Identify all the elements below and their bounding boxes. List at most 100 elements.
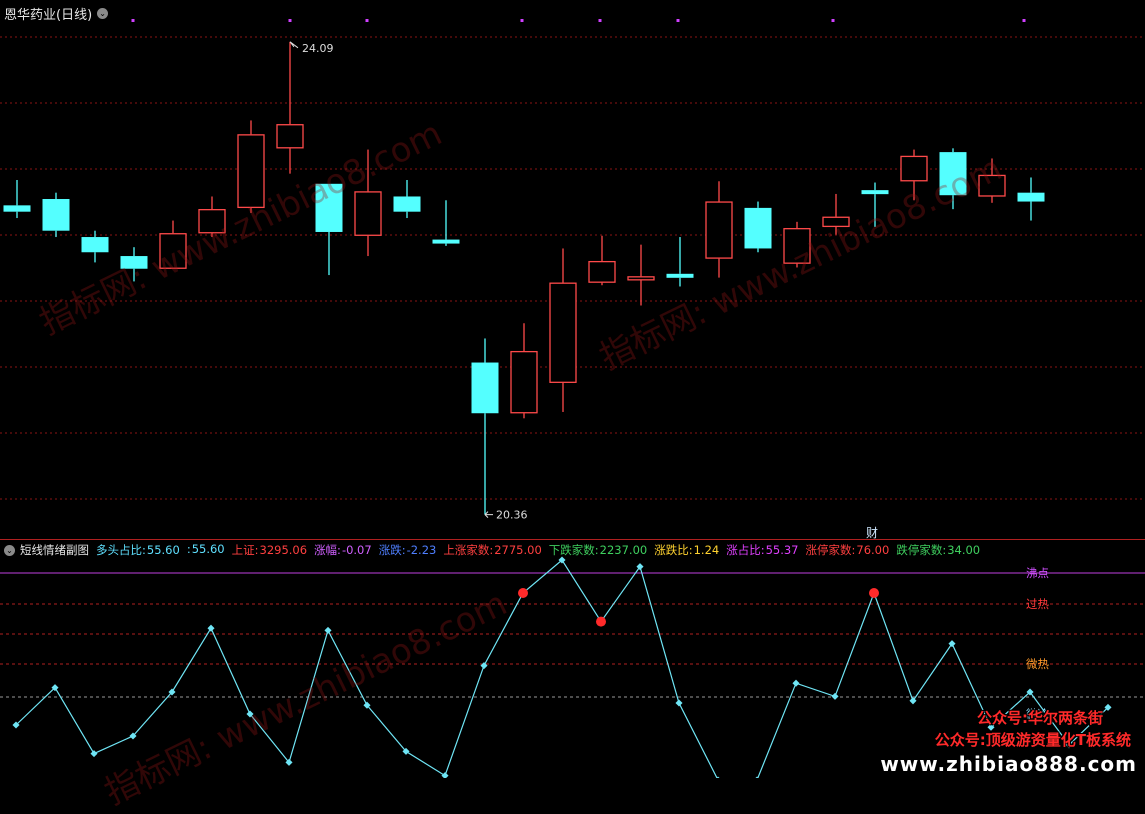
candle-body xyxy=(120,256,148,269)
candle xyxy=(3,180,31,219)
stat-value: -2.23 xyxy=(406,543,437,557)
candle xyxy=(471,338,499,515)
stat-item: 涨占比:55.37 xyxy=(726,542,798,558)
high-price-label: 24.09 xyxy=(302,42,334,55)
stat-value: 76.00 xyxy=(856,543,890,557)
candle xyxy=(588,235,616,286)
chart-title-bar: 恩华药业(日线) ⌄ xyxy=(4,4,109,23)
candle-body xyxy=(510,350,538,414)
candle-body xyxy=(3,205,31,212)
sub-title: 短线情绪副图 xyxy=(20,543,89,557)
stat-value: 55.60 xyxy=(146,543,180,557)
stat-value: 3295.06 xyxy=(259,543,308,557)
kline-panel[interactable]: 24.09 20.36 财 xyxy=(0,0,1145,540)
kline-chart[interactable]: 24.09 20.36 财 xyxy=(0,0,1145,540)
candle xyxy=(900,149,928,201)
overheat-dot xyxy=(518,588,528,598)
event-marker xyxy=(676,19,680,22)
candle xyxy=(783,221,811,268)
candle-body xyxy=(549,282,577,383)
stat-value: 55.37 xyxy=(765,543,799,557)
candle-body xyxy=(588,260,616,283)
overheat-dot xyxy=(869,588,879,598)
sentiment-point xyxy=(324,626,332,634)
stat-label: : xyxy=(186,542,191,556)
candle xyxy=(159,220,187,269)
promo-line-2: 公众号:顶级游资量化T板系统 xyxy=(934,731,1131,749)
candle-body xyxy=(393,196,421,212)
low-price-label: 20.36 xyxy=(496,509,528,522)
candle xyxy=(705,181,733,278)
overheat-dot xyxy=(596,616,606,627)
candle-body xyxy=(198,209,226,234)
stat-label: 涨幅: xyxy=(314,543,341,557)
candle-body xyxy=(471,362,499,414)
stat-label: 下跌家数: xyxy=(548,543,599,557)
candle-body xyxy=(744,207,772,249)
candle-body xyxy=(159,233,187,269)
stat-item: 涨幅:-0.07 xyxy=(314,542,372,558)
sentiment-point xyxy=(831,692,839,700)
stat-value: 55.60 xyxy=(191,542,225,556)
candle-body xyxy=(42,199,70,231)
candle xyxy=(315,183,343,276)
stat-item: 涨跌比:1.24 xyxy=(654,542,719,558)
event-marker xyxy=(520,19,524,22)
stat-label: 多头占比: xyxy=(96,543,146,557)
candle-body xyxy=(900,155,928,182)
candle xyxy=(432,200,460,246)
stat-label: 涨占比: xyxy=(726,543,765,557)
collapse-icon[interactable]: ⌄ xyxy=(4,544,15,556)
candle-body xyxy=(666,273,694,278)
level-label: 微热 xyxy=(1026,657,1049,671)
candle xyxy=(42,192,70,238)
stat-item: 涨停家数:76.00 xyxy=(806,542,890,558)
candle-body xyxy=(315,183,343,232)
stock-title: 恩华药业(日线) xyxy=(4,7,93,23)
candle xyxy=(666,237,694,287)
candle xyxy=(1017,177,1045,221)
sentiment-point xyxy=(90,750,98,758)
event-marker xyxy=(598,19,602,22)
candle xyxy=(861,182,889,227)
candle-body xyxy=(939,152,967,196)
stat-label: 上证: xyxy=(231,543,259,557)
level-label: 过热 xyxy=(1026,597,1049,611)
candle xyxy=(354,149,382,257)
candle-body xyxy=(627,276,655,281)
stat-item: 跌停家数:34.00 xyxy=(896,542,980,558)
stats-list: 多头占比:55.60:55.60 上证:3295.06 涨幅:-0.07 涨跌:-2.… xyxy=(96,542,987,558)
stat-label: 跌停家数: xyxy=(896,543,947,557)
chevron-down-icon[interactable]: ⌄ xyxy=(97,7,109,19)
stat-value: 2775.00 xyxy=(494,543,542,557)
stat-item: 下跌家数:2237.00 xyxy=(549,542,647,558)
candle xyxy=(393,180,421,219)
stat-value: 1.24 xyxy=(693,543,720,557)
sentiment-point xyxy=(480,662,488,670)
sentiment-point xyxy=(792,679,800,687)
candle-body xyxy=(81,237,109,253)
promo-url: www.zhibiao888.com xyxy=(880,752,1137,776)
candle-body xyxy=(783,228,811,264)
stat-label: 上涨家数: xyxy=(443,543,494,557)
candle xyxy=(978,158,1006,203)
candle-body xyxy=(822,216,850,228)
candle-body xyxy=(237,134,265,209)
stat-item: 上涨家数:2775.00 xyxy=(443,542,541,558)
event-marker xyxy=(365,19,369,22)
low-arrow xyxy=(484,511,493,519)
candle-body xyxy=(432,239,460,244)
stat-value: -0.07 xyxy=(341,543,372,557)
candle-body xyxy=(978,174,1006,197)
candle xyxy=(744,201,772,253)
stat-value: 34.00 xyxy=(947,543,981,557)
stat-value: 2237.00 xyxy=(599,543,648,557)
candle xyxy=(939,148,967,210)
candle xyxy=(198,196,226,238)
sentiment-point xyxy=(948,640,956,648)
stat-item: 涨跌:-2.23 xyxy=(379,542,437,558)
candle xyxy=(822,193,850,235)
candle-body xyxy=(354,191,382,236)
event-marker xyxy=(1022,19,1026,22)
candle-body xyxy=(861,190,889,195)
